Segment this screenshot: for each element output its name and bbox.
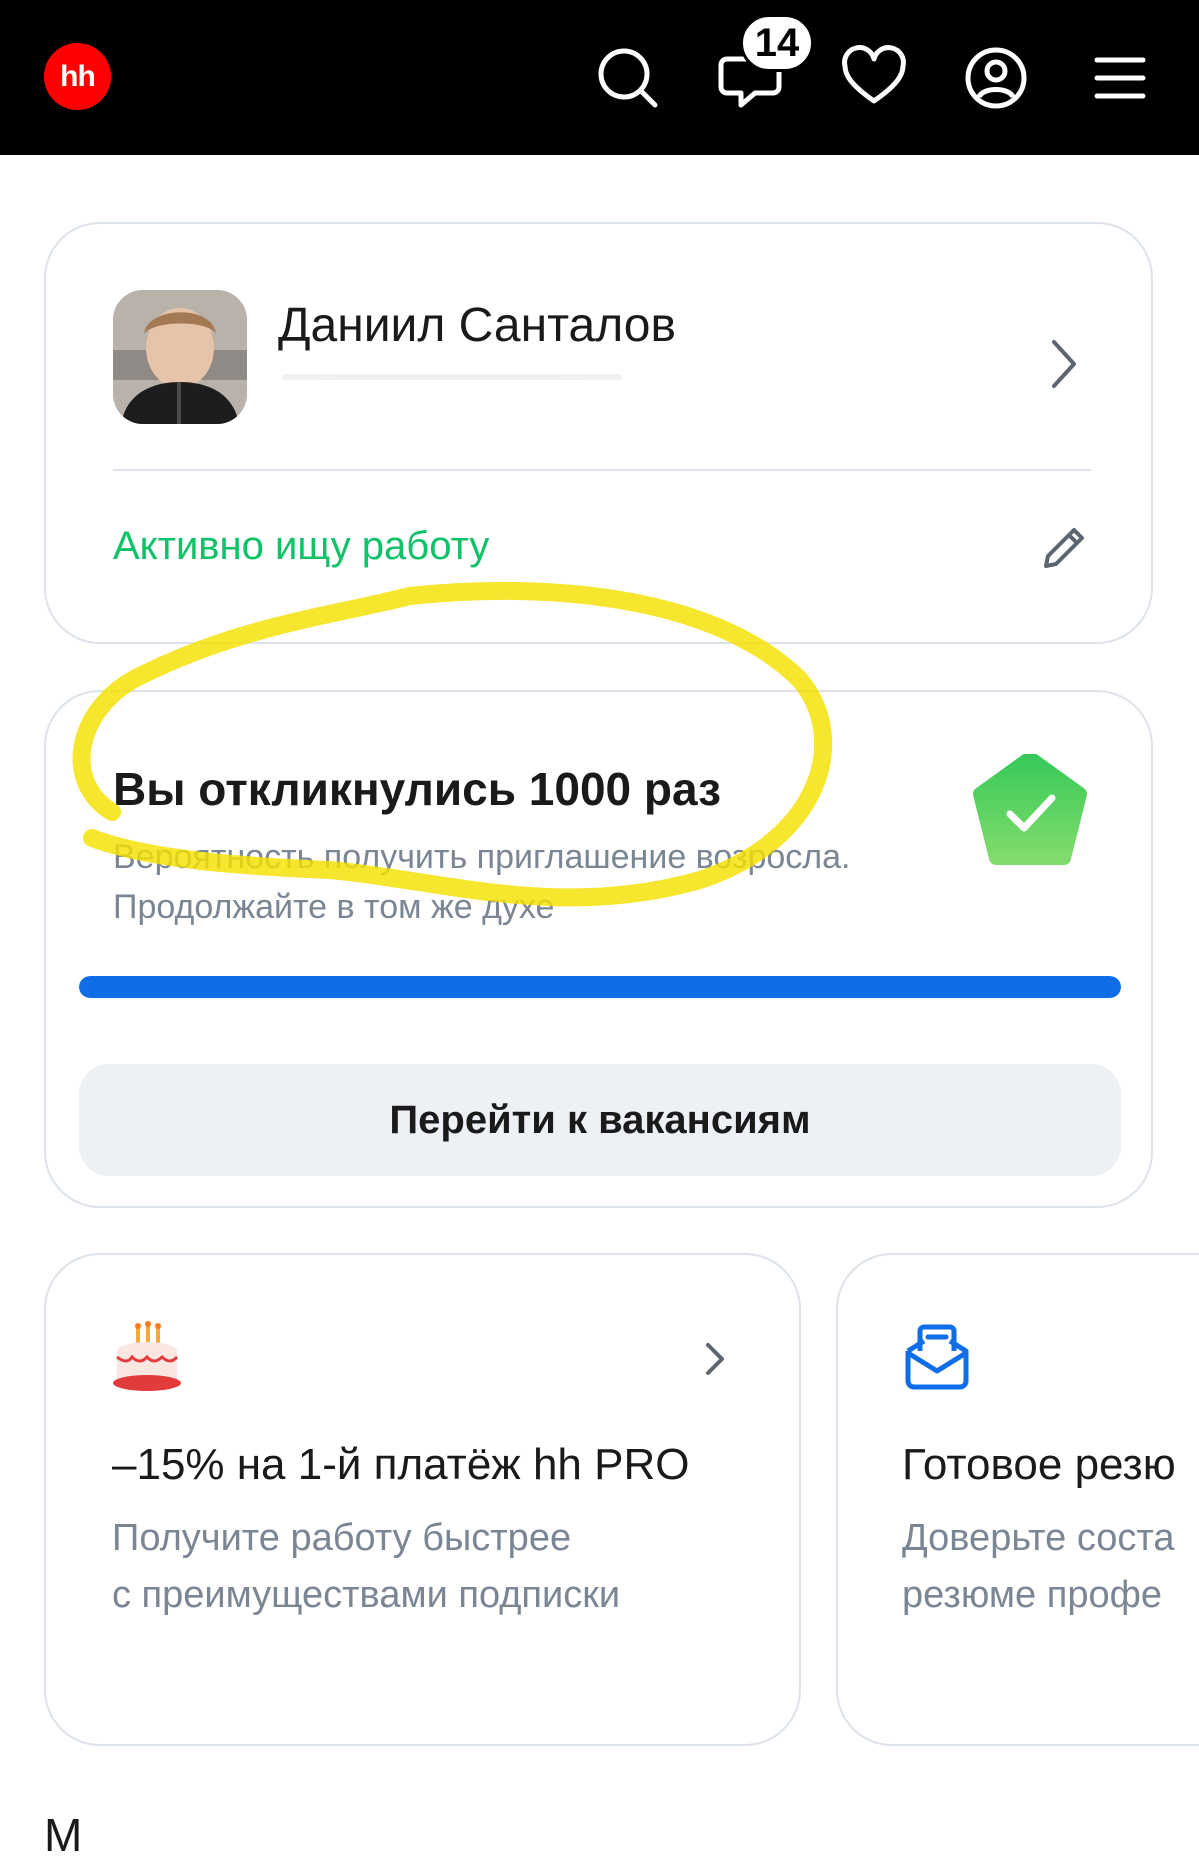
cake-icon <box>113 1321 181 1391</box>
responses-title: Вы откликнулись 1000 раз <box>113 763 721 815</box>
promo-card-resume[interactable]: Готовое резю Доверьте соста резюме профе <box>836 1253 1199 1746</box>
progress-fill <box>79 976 1121 998</box>
responses-description: Вероятность получить приглашение возросл… <box>113 838 851 926</box>
avatar[interactable] <box>113 290 247 424</box>
go-to-vacancies-button[interactable]: Перейти к вакансиям <box>79 1064 1121 1176</box>
profile-card[interactable]: Даниил Санталов Активно ищу работу <box>44 222 1153 644</box>
checkmark-badge-icon <box>973 754 1087 865</box>
blurred-subtitle <box>282 374 622 380</box>
responses-progress-bar <box>79 976 1121 998</box>
promo-description: Доверьте соста резюме профе <box>902 1510 1199 1624</box>
promo-description-line: Доверьте соста <box>902 1517 1175 1559</box>
promo-description-line: резюме профе <box>902 1574 1162 1616</box>
divider <box>113 469 1091 471</box>
top-navigation-bar: hh 14 <box>0 0 1199 155</box>
chevron-right-icon[interactable] <box>1044 334 1084 394</box>
chat-badge: 14 <box>740 14 814 72</box>
search-icon[interactable] <box>592 42 664 114</box>
promo-title: –15% на 1-й платёж hh PRO <box>112 1440 690 1489</box>
promo-title: Готовое резю <box>902 1440 1176 1489</box>
promo-description: Получите работу быстрее с преимуществами… <box>112 1510 752 1624</box>
menu-icon[interactable] <box>1084 42 1156 114</box>
chevron-right-icon[interactable] <box>700 1339 730 1379</box>
promo-description-line: с преимуществами подписки <box>112 1574 621 1616</box>
envelope-icon <box>905 1324 969 1390</box>
profile-name[interactable]: Даниил Санталов <box>278 298 676 353</box>
job-search-status[interactable]: Активно ищу работу <box>113 524 489 569</box>
profile-icon[interactable] <box>960 42 1032 114</box>
heart-icon[interactable] <box>838 42 910 114</box>
responses-card: Вы откликнулись 1000 раз Вероятность пол… <box>44 690 1153 1208</box>
promo-description-line: Получите работу быстрее <box>112 1517 572 1559</box>
hh-logo[interactable]: hh <box>44 43 111 110</box>
pencil-icon[interactable] <box>1036 520 1092 576</box>
promo-card-hh-pro[interactable]: –15% на 1-й платёж hh PRO Получите работ… <box>44 1253 801 1746</box>
section-heading: М <box>44 1809 83 1861</box>
